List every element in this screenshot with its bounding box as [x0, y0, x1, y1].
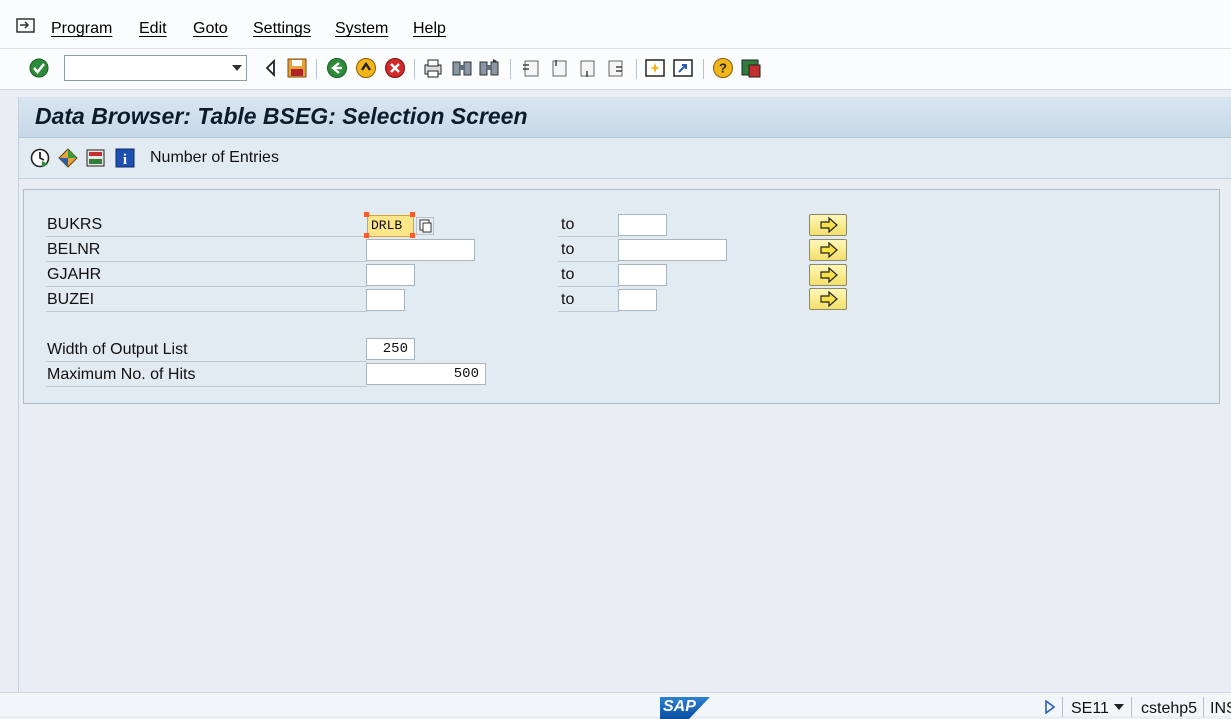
print-icon[interactable]: [422, 57, 444, 79]
gjahr-from-field[interactable]: [366, 264, 415, 286]
find-icon[interactable]: [451, 57, 473, 79]
insert-mode: INS: [1210, 700, 1231, 717]
menu-goto[interactable]: Goto: [193, 20, 228, 38]
field-label-gjahr: GJAHR: [46, 264, 367, 287]
toolbar-separator: [414, 59, 415, 79]
collapse-arrow-icon[interactable]: [260, 57, 282, 79]
info-icon[interactable]: i: [114, 147, 136, 169]
command-dropdown-icon[interactable]: [232, 65, 242, 71]
toolbar-separator: [703, 59, 704, 79]
multiple-selection-copy-icon[interactable]: [416, 217, 434, 235]
selection-handle: [410, 212, 415, 217]
belnr-to-field[interactable]: [618, 239, 727, 261]
new-session-icon[interactable]: [644, 57, 666, 79]
toolbar-separator: [316, 59, 317, 79]
system-menu-icon[interactable]: [16, 18, 36, 34]
menu-bar: Program Edit Goto Settings System Help: [0, 0, 1231, 49]
belnr-multiple-selection-button[interactable]: [809, 239, 847, 261]
back-icon[interactable]: [326, 57, 348, 79]
server-name: cstehp5: [1141, 700, 1198, 717]
first-page-icon[interactable]: [520, 57, 542, 79]
gjahr-to-field[interactable]: [618, 264, 667, 286]
selection-handle: [364, 212, 369, 217]
buzei-to-field[interactable]: [618, 289, 657, 311]
help-icon[interactable]: ?: [712, 57, 734, 79]
selection-criteria-box: BUKRS DRLB to BELNR to GJAHR to BUZEI to…: [23, 189, 1220, 404]
execute-icon[interactable]: [29, 147, 51, 169]
exit-icon[interactable]: [355, 57, 377, 79]
to-label: to: [558, 264, 619, 287]
gjahr-multiple-selection-button[interactable]: [809, 264, 847, 286]
sap-logo-text: SAP: [663, 698, 696, 715]
cancel-icon[interactable]: [384, 57, 406, 79]
status-divider: [1203, 697, 1204, 717]
sap-logo: SAP: [660, 697, 710, 719]
selection-handle: [410, 233, 415, 238]
arrow-right-icon: [820, 242, 838, 258]
bukrs-multiple-selection-button[interactable]: [809, 214, 847, 236]
width-of-output-list-label: Width of Output List: [46, 339, 367, 362]
menu-help[interactable]: Help: [413, 20, 446, 38]
belnr-from-field[interactable]: [366, 239, 475, 261]
shortcut-icon[interactable]: [672, 57, 694, 79]
bukrs-from-field[interactable]: DRLB: [367, 215, 414, 237]
svg-text:?: ?: [719, 61, 727, 76]
field-label-buzei: BUZEI: [46, 289, 367, 312]
save-variant-icon[interactable]: [85, 147, 107, 169]
arrow-right-icon: [820, 291, 838, 307]
bukrs-to-field[interactable]: [618, 214, 667, 236]
customize-layout-icon[interactable]: [740, 57, 762, 79]
command-input[interactable]: [69, 57, 223, 81]
next-page-icon[interactable]: [576, 57, 598, 79]
previous-page-icon[interactable]: [548, 57, 570, 79]
enter-check-icon[interactable]: [28, 57, 50, 79]
last-page-icon[interactable]: [604, 57, 626, 79]
transaction-dropdown-icon[interactable]: [1114, 704, 1124, 710]
application-toolbar: i Number of Entries: [19, 138, 1231, 179]
toolbar-separator: [636, 59, 637, 79]
command-field[interactable]: [64, 55, 247, 81]
status-divider: [1131, 697, 1132, 717]
field-label-bukrs: BUKRS: [46, 214, 367, 237]
status-bar: SAP SE11 cstehp5 INS: [0, 692, 1231, 719]
to-label: to: [558, 289, 619, 312]
transaction-code: SE11: [1071, 700, 1109, 717]
toolbar-separator: [510, 59, 511, 79]
selection-handle: [364, 233, 369, 238]
svg-text:i: i: [123, 152, 127, 168]
title-bar: Data Browser: Table BSEG: Selection Scre…: [19, 97, 1231, 138]
status-expand-icon[interactable]: [1044, 700, 1056, 714]
menu-program[interactable]: Program: [51, 20, 112, 38]
main-area: Data Browser: Table BSEG: Selection Scre…: [18, 97, 1231, 692]
menu-system[interactable]: System: [335, 20, 388, 38]
buzei-from-field[interactable]: [366, 289, 405, 311]
field-label-belnr: BELNR: [46, 239, 367, 262]
menu-settings[interactable]: Settings: [253, 20, 311, 38]
buzei-multiple-selection-button[interactable]: [809, 288, 847, 310]
find-next-icon[interactable]: [478, 57, 500, 79]
status-divider: [1062, 697, 1063, 717]
maximum-no-of-hits-field[interactable]: 500: [366, 363, 486, 385]
maximum-no-of-hits-label: Maximum No. of Hits: [46, 364, 367, 387]
width-of-output-list-field[interactable]: 250: [366, 338, 415, 360]
arrow-right-icon: [820, 217, 838, 233]
arrow-right-icon: [820, 267, 838, 283]
to-label: to: [558, 239, 619, 262]
save-icon[interactable]: [286, 57, 308, 79]
menu-edit[interactable]: Edit: [139, 20, 167, 38]
page-title: Data Browser: Table BSEG: Selection Scre…: [35, 103, 528, 129]
number-of-entries-button[interactable]: Number of Entries: [150, 149, 279, 167]
to-label: to: [558, 214, 619, 237]
selection-options-icon[interactable]: [57, 147, 79, 169]
